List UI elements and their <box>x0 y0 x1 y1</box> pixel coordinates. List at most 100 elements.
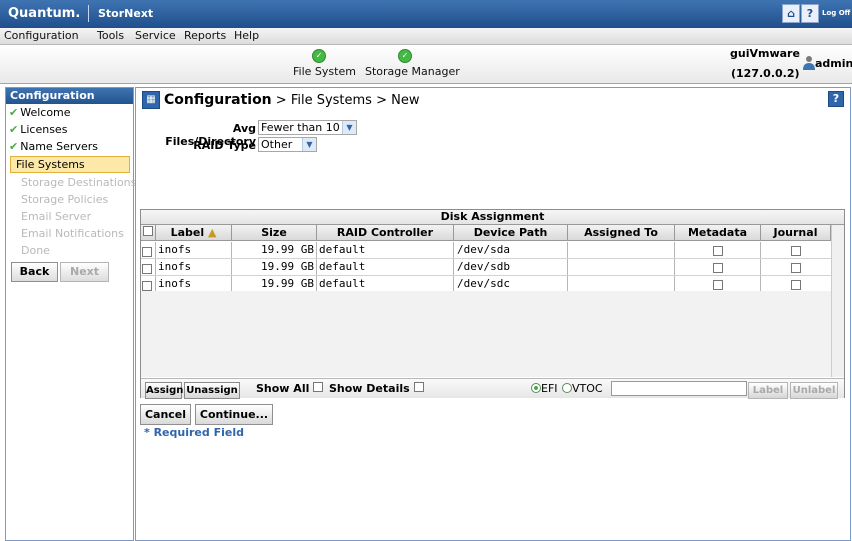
metadata-checkbox-cell <box>675 276 761 292</box>
wizard-step-welcome[interactable]: Welcome <box>6 104 133 121</box>
raid-type-select[interactable]: Other ▼ <box>258 137 317 152</box>
metadata-checkbox-cell <box>675 242 761 258</box>
disk-assignment-title: Disk Assignment <box>141 210 844 225</box>
journal-checkbox[interactable] <box>791 280 801 290</box>
disk-size: 19.99 GB <box>232 242 317 258</box>
storage-manager-status-icon[interactable]: ✓ <box>398 49 412 63</box>
disk-assigned-to <box>568 259 675 275</box>
back-button[interactable]: Back <box>11 262 58 282</box>
vtoc-radio[interactable] <box>562 383 572 393</box>
row-checkbox[interactable] <box>142 264 152 274</box>
file-system-status-icon[interactable]: ✓ <box>312 49 326 63</box>
disk-device-path: /dev/sdb <box>454 259 568 275</box>
menu-service[interactable]: Service <box>135 29 176 42</box>
breadcrumb: > File Systems > New <box>275 93 420 108</box>
table-scrollbar[interactable] <box>831 225 844 377</box>
journal-checkbox[interactable] <box>791 263 801 273</box>
row-checkbox-cell <box>141 242 156 258</box>
menu-tools[interactable]: Tools <box>97 29 124 42</box>
unassign-button[interactable]: Unassign <box>184 382 240 399</box>
row-checkbox[interactable] <box>142 281 152 291</box>
brand-separator <box>88 5 89 22</box>
column-header-metadata[interactable]: Metadata <box>675 225 761 241</box>
row-checkbox-cell <box>141 259 156 275</box>
show-all-checkbox[interactable] <box>313 382 324 392</box>
table-empty-area <box>141 291 831 377</box>
metadata-checkbox[interactable] <box>712 263 723 273</box>
storage-manager-status[interactable]: Storage Manager <box>365 65 460 78</box>
show-all-toggle[interactable]: Show All <box>256 382 324 395</box>
logoff-link[interactable]: Log Off <box>822 9 850 17</box>
wizard-step-storage-destinations: Storage Destinations <box>21 176 137 189</box>
disk-raid-controller: default <box>317 242 454 258</box>
column-header-size[interactable]: Size <box>232 225 317 241</box>
host-name: guiVmware <box>730 47 800 60</box>
journal-checkbox-cell <box>761 259 831 275</box>
efi-radio[interactable] <box>531 383 541 393</box>
menu-bar: Configuration Tools Service Reports Help <box>0 28 852 45</box>
journal-checkbox[interactable] <box>791 246 801 256</box>
column-header-device-path[interactable]: Device Path <box>454 225 568 241</box>
host-ip: (127.0.0.2) <box>731 67 800 80</box>
row-checkbox-cell <box>141 276 156 292</box>
cancel-button[interactable]: Cancel <box>140 404 191 425</box>
disk-label-input[interactable] <box>611 381 747 396</box>
assign-button[interactable]: Assign <box>145 382 183 399</box>
disk-size: 19.99 GB <box>232 276 317 292</box>
unlabel-button[interactable]: Unlabel <box>790 382 838 399</box>
next-button[interactable]: Next <box>60 262 109 282</box>
column-header-assigned-to[interactable]: Assigned To <box>568 225 675 241</box>
row-checkbox[interactable] <box>142 247 152 257</box>
efi-option[interactable]: EFI <box>531 382 558 395</box>
wizard-step-licenses[interactable]: Licenses <box>6 121 133 138</box>
journal-checkbox-cell <box>761 242 831 258</box>
menu-help[interactable]: Help <box>234 29 259 42</box>
raid-type-value: Other <box>261 138 293 151</box>
sort-asc-icon: ▲ <box>207 226 217 239</box>
show-details-checkbox[interactable] <box>413 382 424 392</box>
vtoc-option[interactable]: VTOC <box>562 382 603 395</box>
home-icon[interactable]: ⌂ <box>782 4 800 23</box>
chevron-down-icon: ▼ <box>342 121 356 134</box>
menu-configuration[interactable]: Configuration <box>4 29 79 42</box>
disk-label: inofs <box>156 259 232 275</box>
wizard-step-name-servers[interactable]: Name Servers <box>6 138 133 155</box>
disk-assigned-to <box>568 242 675 258</box>
label-button[interactable]: Label <box>748 382 788 399</box>
continue-button[interactable]: Continue... <box>195 404 273 425</box>
page-title-main: Configuration <box>164 92 272 108</box>
menu-reports[interactable]: Reports <box>184 29 226 42</box>
page-title: Configuration > File Systems > New <box>164 92 419 108</box>
select-all-checkbox[interactable] <box>143 226 153 236</box>
page-help-icon[interactable]: ? <box>828 91 844 107</box>
raid-type-label: RAID Type <box>193 139 256 152</box>
column-header-raid-controller[interactable]: RAID Controller <box>317 225 454 241</box>
column-header-journal[interactable]: Journal <box>761 225 831 241</box>
user-name: admin <box>815 57 852 70</box>
brand-logo: Quantum. <box>8 6 81 21</box>
wizard-step-file-systems[interactable]: File Systems <box>10 156 130 173</box>
wizard-title: Configuration Wizard <box>6 88 133 118</box>
disk-device-path: /dev/sda <box>454 242 568 258</box>
table-row[interactable]: inofs 19.99 GB default /dev/sda <box>141 242 831 259</box>
disk-raid-controller: default <box>317 259 454 275</box>
disk-assignment-footer: Assign Unassign Show All Show Details EF… <box>141 378 844 399</box>
configuration-icon: ▦ <box>142 91 160 109</box>
configuration-wizard: Configuration Wizard Welcome Licenses Na… <box>5 87 137 541</box>
avg-files-select[interactable]: Fewer than 10 ▼ <box>258 120 357 135</box>
show-details-toggle[interactable]: Show Details <box>329 382 424 395</box>
help-icon[interactable]: ? <box>801 4 819 23</box>
content-panel: ▦ Configuration > File Systems > New ? A… <box>135 87 851 541</box>
disk-raid-controller: default <box>317 276 454 292</box>
file-system-status[interactable]: File System <box>293 65 356 78</box>
disk-label: inofs <box>156 276 232 292</box>
wizard-step-email-notifications: Email Notifications <box>21 227 124 240</box>
top-bar: Quantum. StorNext ⌂ ? Log Off <box>0 0 852 29</box>
table-row[interactable]: inofs 19.99 GB default /dev/sdb <box>141 259 831 276</box>
metadata-checkbox[interactable] <box>712 246 723 256</box>
avg-files-value: Fewer than 10 <box>261 121 340 134</box>
column-header-label[interactable]: Label ▲ <box>156 225 232 241</box>
disk-assignment-panel: Disk Assignment Label ▲ Size RAID Contro… <box>140 209 845 399</box>
select-all-checkbox-header <box>141 225 156 241</box>
metadata-checkbox[interactable] <box>712 280 723 290</box>
